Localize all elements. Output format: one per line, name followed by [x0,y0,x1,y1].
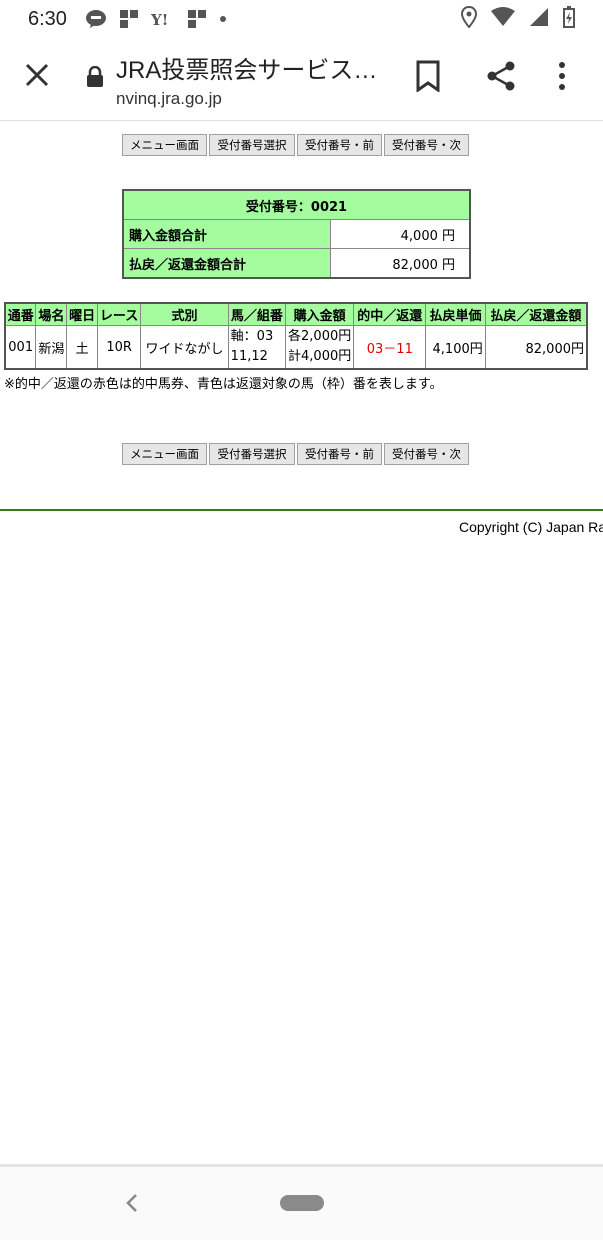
header-total-payout: 払戻／返還金額 [484,302,588,326]
cell-bet-type: ワイドながし [140,325,229,370]
horses-axis: 軸：03 [230,329,274,344]
header-serial: 通番 [4,302,37,326]
purchase-total-value: 4,000 円 [330,219,471,249]
back-icon[interactable] [124,1193,140,1217]
line-icon [85,9,107,29]
menu-button[interactable]: メニュー画面 [122,134,207,156]
receipt-next-button[interactable]: 受付番号・次 [384,134,469,156]
more-options-icon[interactable] [556,60,568,96]
cell-day: 土 [66,325,98,370]
status-time: 6:30 [28,7,67,30]
home-pill-icon[interactable] [280,1195,324,1211]
grid-app-icon [187,9,207,29]
cell-total-payout: 82,000円 [484,325,588,370]
wifi-icon [491,7,515,27]
notification-icons: Y! [85,9,227,29]
header-day: 曜日 [66,302,98,326]
nav-buttons-bottom: メニュー画面 受付番号選択 受付番号・前 受付番号・次 [122,443,469,465]
cell-horses: 軸：03 11,12 [227,325,287,370]
header-hit: 的中／返還 [353,302,427,326]
header-race: レース [96,302,142,326]
close-icon[interactable] [22,60,52,90]
footer-divider [0,509,603,511]
header-amount: 購入金額 [285,302,355,326]
payout-total-label: 払戻／返還金額合計 [122,248,331,279]
header-unit-payout: 払戻単価 [425,302,486,326]
table-row: 001 新潟 土 10R ワイドながし 軸：03 11,12 各2,000円 計… [4,325,588,370]
system-nav-bar [0,1164,603,1240]
cell-venue: 新潟 [35,325,68,370]
payout-total-value: 82,000 円 [330,248,471,279]
screen: 6:30 Y! JRA投票照会サービス… nvinq.jra.go.jp メニュ… [0,0,603,1240]
copyright-text: Copyright (C) Japan Ra [459,519,603,535]
receipt-prev-button[interactable]: 受付番号・前 [297,134,382,156]
receipt-select-button[interactable]: 受付番号選択 [209,134,295,156]
title-area[interactable]: JRA投票照会サービス… nvinq.jra.go.jp [116,50,396,109]
cell-unit-payout: 4,100円 [425,325,486,370]
share-icon[interactable] [485,60,517,96]
grid-app-icon [119,9,139,29]
system-icons [461,6,575,28]
lock-icon[interactable] [86,65,104,92]
color-note: ※的中／返還の赤色は的中馬券、青色は返還対象の馬（枠）番を表します。 [4,377,443,392]
page-content: メニュー画面 受付番号選択 受付番号・前 受付番号・次 受付番号：0021 購入… [0,121,603,1161]
status-bar: 6:30 Y! [0,0,603,38]
cell-amount: 各2,000円 計4,000円 [285,325,355,370]
receipt-next-button[interactable]: 受付番号・次 [384,443,469,465]
menu-button[interactable]: メニュー画面 [122,443,207,465]
cell-race: 10R [96,325,142,370]
cell-hit: 03－11 [353,325,427,370]
signal-icon [529,7,549,27]
detail-table: 通番 場名 曜日 レース 式別 馬／組番 購入金額 的中／返還 払戻単価 払戻／… [4,302,588,370]
receipt-number: 受付番号：0021 [122,189,471,220]
cell-serial: 001 [4,325,37,370]
yahoo-icon: Y! [151,11,175,27]
receipt-select-button[interactable]: 受付番号選択 [209,443,295,465]
location-icon [461,6,477,28]
page-title: JRA投票照会サービス… [116,57,378,84]
page-url: nvinq.jra.go.jp [116,89,222,108]
battery-icon [563,6,575,28]
amount-each: 各2,000円 [288,329,352,344]
header-bet-type: 式別 [140,302,229,326]
receipt-prev-button[interactable]: 受付番号・前 [297,443,382,465]
purchase-total-label: 購入金額合計 [122,219,331,249]
amount-total: 計4,000円 [288,349,352,364]
svg-text:Y!: Y! [151,11,168,27]
custom-tab-toolbar: JRA投票照会サービス… nvinq.jra.go.jp [0,38,603,121]
summary-table: 受付番号：0021 購入金額合計 4,000 円 払戻／返還金額合計 82,00… [122,189,471,279]
nav-buttons-top: メニュー画面 受付番号選択 受付番号・前 受付番号・次 [122,134,469,156]
dot-icon [219,15,227,23]
horses-partners: 11,12 [230,349,268,364]
header-horses: 馬／組番 [227,302,287,326]
header-venue: 場名 [35,302,68,326]
bookmark-icon[interactable] [414,60,442,96]
detail-header-row: 通番 場名 曜日 レース 式別 馬／組番 購入金額 的中／返還 払戻単価 払戻／… [4,302,588,326]
